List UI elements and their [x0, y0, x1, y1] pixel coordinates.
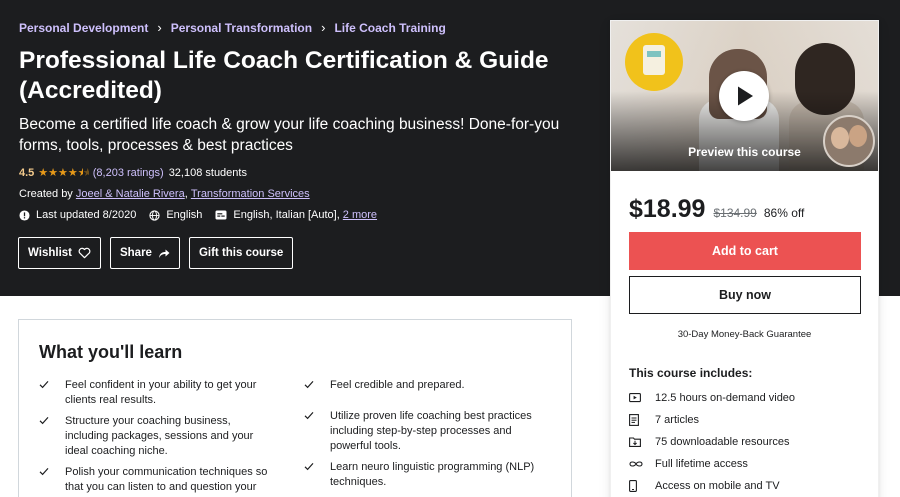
share-button[interactable]: Share — [109, 237, 180, 269]
learn-item: Structure your coaching business, includ… — [39, 414, 279, 459]
wishlist-label: Wishlist — [28, 247, 72, 259]
includes-item: Access on mobile and TV — [629, 475, 795, 497]
checkmark-icon — [304, 409, 330, 454]
wishlist-button[interactable]: Wishlist — [18, 237, 101, 269]
breadcrumb-item-life-coach-training[interactable]: Life Coach Training — [334, 21, 445, 35]
original-price: $134.99 — [713, 206, 757, 220]
mobile-icon — [629, 480, 655, 492]
includes-item: 75 downloadable resources — [629, 431, 795, 453]
learn-item-text: Polish your communication techniques so … — [65, 466, 268, 493]
organization-link[interactable]: Transformation Services — [191, 188, 310, 200]
checkmark-icon — [39, 378, 65, 408]
checkmark-icon — [304, 378, 330, 394]
price-row: $18.99 $134.99 86% off — [629, 195, 804, 224]
money-back-guarantee: 30-Day Money-Back Guarantee — [677, 329, 812, 340]
learn-item-text: Structure your coaching business, includ… — [65, 415, 254, 457]
includes-list: 12.5 hours on-demand video 7 articles 75… — [629, 387, 795, 497]
chevron-right-icon: › — [321, 20, 326, 35]
ratings-count: (8,203 ratings) — [92, 166, 164, 179]
instructor-link[interactable]: Joeel & Natalie Rivera — [76, 188, 185, 200]
instructor-separator: , — [184, 188, 188, 200]
learn-list-left: Feel confident in your ability to get yo… — [39, 378, 279, 497]
course-logo-band — [647, 51, 661, 57]
learn-item-text: Utilize proven life coaching best practi… — [330, 410, 532, 452]
play-button[interactable] — [719, 71, 769, 121]
includes-text: 75 downloadable resources — [655, 436, 790, 448]
course-subtitle: Become a certified life coach & grow you… — [19, 116, 560, 154]
ratings-count-link[interactable]: (8,203 ratings) — [93, 167, 164, 179]
buy-now-button[interactable]: Buy now — [629, 276, 861, 314]
globe-icon — [149, 209, 160, 221]
last-updated: Last updated 8/2020 — [19, 209, 136, 221]
gift-label: Gift this course — [198, 247, 284, 259]
includes-text: Access on mobile and TV — [655, 480, 780, 492]
learn-item: Feel confident in your ability to get yo… — [39, 378, 279, 408]
rating-summary: 4.5 ★★★★★★ (8,203 ratings) 32,108 studen… — [19, 166, 247, 180]
instructors-avatar — [823, 115, 875, 167]
includes-text: Full lifetime access — [655, 458, 748, 470]
learn-item: Utilize proven life coaching best practi… — [304, 409, 544, 454]
infinity-icon — [629, 460, 655, 468]
created-by: Created by Joeel & Natalie Rivera , Tran… — [19, 188, 310, 200]
learn-item-text: Feel credible and prepared. — [330, 379, 465, 391]
checkmark-icon — [39, 414, 65, 459]
checkmark-icon — [304, 460, 330, 490]
rating-value: 4.5 — [19, 166, 35, 179]
captions-more-link[interactable]: 2 more — [343, 209, 377, 221]
current-price: $18.99 — [629, 195, 706, 223]
header-actions: Wishlist Share Gift this course — [18, 237, 302, 269]
includes-item: 7 articles — [629, 409, 795, 431]
learn-item-text: Feel confident in your ability to get yo… — [65, 379, 257, 406]
chevron-right-icon: › — [157, 20, 162, 35]
closed-captions-icon — [215, 210, 227, 220]
course-preview-video[interactable]: Preview this course — [611, 21, 878, 171]
learn-item: Polish your communication techniques so … — [39, 465, 279, 495]
what-youll-learn: What you'll learn Feel confident in your… — [18, 319, 572, 497]
checkmark-icon — [39, 465, 65, 495]
share-arrow-icon — [158, 249, 170, 258]
article-icon — [629, 414, 655, 426]
course-logo-document — [643, 45, 665, 75]
learn-list-right: Feel credible and prepared. Utilize prov… — [304, 378, 544, 496]
last-updated-text: Last updated 8/2020 — [36, 209, 137, 221]
breadcrumb-item-personal-transformation[interactable]: Personal Transformation — [171, 21, 312, 35]
add-to-cart-button[interactable]: Add to cart — [629, 232, 861, 270]
captions-text: English, Italian [Auto], — [233, 209, 340, 221]
learn-item: Feel credible and prepared. — [304, 378, 544, 394]
heart-icon — [78, 247, 91, 259]
learn-item: Learn neuro linguistic programming (NLP)… — [304, 460, 544, 490]
students-count: 32,108 students — [168, 166, 247, 179]
breadcrumb: Personal Development › Personal Transfor… — [19, 20, 446, 35]
preview-label: Preview this course — [688, 145, 801, 159]
includes-text: 12.5 hours on-demand video — [655, 392, 796, 404]
learn-item-text: Learn neuro linguistic programming (NLP)… — [330, 461, 535, 488]
learn-title: What you'll learn — [39, 342, 183, 362]
gift-course-button[interactable]: Gift this course — [188, 237, 294, 269]
play-icon — [738, 86, 753, 106]
course-meta: Last updated 8/2020 English English, Ita… — [19, 209, 390, 221]
includes-text: 7 articles — [655, 414, 700, 426]
share-label: Share — [119, 247, 152, 259]
includes-item: 12.5 hours on-demand video — [629, 387, 795, 409]
alert-badge-icon — [19, 209, 30, 221]
video-icon — [629, 393, 655, 403]
breadcrumb-item-personal-development[interactable]: Personal Development — [19, 21, 148, 35]
captions: English, Italian [Auto], 2 more — [215, 209, 377, 221]
language: English — [149, 209, 202, 221]
star-rating-icon: ★★★★★★ — [38, 167, 89, 179]
includes-item: Full lifetime access — [629, 453, 795, 475]
language-text: English — [166, 209, 203, 221]
discount-badge: 86% off — [763, 206, 805, 220]
folder-download-icon — [629, 437, 655, 447]
course-title: Professional Life Coach Certification & … — [19, 47, 549, 104]
purchase-sidebar: Preview this course $18.99 $134.99 86% o… — [610, 20, 879, 497]
created-by-label: Created by — [19, 188, 73, 200]
includes-title: This course includes: — [629, 366, 753, 380]
